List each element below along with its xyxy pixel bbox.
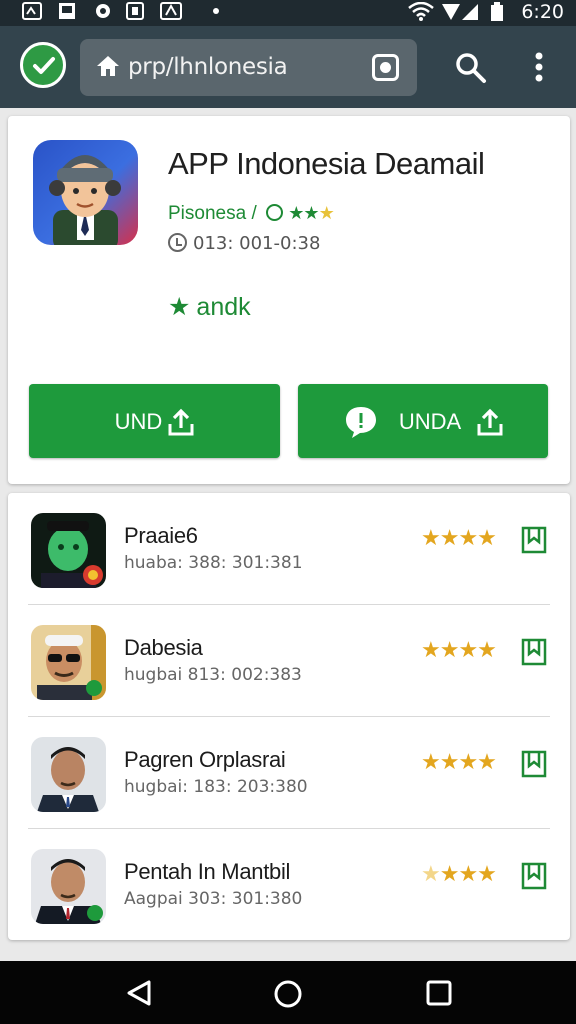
dot-icon xyxy=(212,2,220,26)
chat-icon xyxy=(345,407,376,439)
url-text[interactable]: prp/lhnlonesia xyxy=(128,54,288,80)
install-button-label: UND xyxy=(114,409,163,435)
list-item-stars-full: ★★★★ xyxy=(421,525,497,550)
clock-icon xyxy=(168,233,187,252)
info-row: 013: 001-0:38 xyxy=(168,233,320,255)
address-bar[interactable]: prp/lhnlonesia xyxy=(80,39,417,96)
recents-icon[interactable] xyxy=(425,979,453,1012)
share-button[interactable]: UNDA xyxy=(298,384,548,458)
list-item[interactable]: Praaie6 huaba: 388: 301:381 ★★★★ xyxy=(8,493,570,605)
app-icon[interactable] xyxy=(33,140,138,245)
list-item-thumbnail xyxy=(31,625,106,700)
list-item-title: Pagren Orplasrai xyxy=(124,747,286,772)
rating-stars-dim: ★ xyxy=(318,203,335,223)
bookmark-icon[interactable] xyxy=(521,750,547,783)
rating-stars-full: ★★ xyxy=(288,203,319,223)
badge-row: ★ andk xyxy=(168,292,251,322)
battery-icon xyxy=(490,2,504,28)
rating-stars: ★★★ xyxy=(288,203,335,223)
list-item-rating: ★★★★ xyxy=(421,637,497,663)
info-text: 013: 001-0:38 xyxy=(193,233,321,254)
bookmark-icon[interactable] xyxy=(521,862,547,895)
list-item-meta: hugbai: 183: 203:380 xyxy=(124,777,308,797)
signal-icon xyxy=(440,2,480,28)
rating-icon xyxy=(266,204,284,221)
list-item-thumbnail xyxy=(31,737,106,812)
developer-row: Pisonesa / ★★★ xyxy=(168,202,335,225)
bookmark-icon[interactable] xyxy=(521,526,547,559)
image-icon xyxy=(58,2,76,26)
browser-toolbar: prp/lhnlonesia xyxy=(0,26,576,108)
back-icon[interactable] xyxy=(125,979,153,1012)
share-button-label: UNDA xyxy=(398,409,462,435)
notification-icon xyxy=(22,2,42,26)
list-item-meta: hugbai 813: 002:383 xyxy=(124,665,302,685)
list-item-title: Dabesia xyxy=(124,635,203,660)
app-detail-card: APP Indonesia Deamail Pisonesa / ★★★ 013… xyxy=(8,116,570,484)
list-item[interactable]: Pentah In Mantbil Aagpai 303: 301:380 ★★… xyxy=(8,829,570,941)
badge-text: andk xyxy=(196,293,251,321)
overflow-menu-icon[interactable] xyxy=(534,52,544,89)
list-item-thumbnail xyxy=(31,849,106,924)
list-item-thumbnail xyxy=(31,513,106,588)
wifi-icon xyxy=(408,1,434,28)
upload-icon xyxy=(168,408,194,436)
list-item-rating: ★★★★ xyxy=(421,749,497,775)
shield-check-icon[interactable] xyxy=(20,42,66,88)
home-icon[interactable] xyxy=(96,54,120,83)
list-item-rating: ★★★★ xyxy=(421,525,497,551)
list-item-stars-full: ★★★ xyxy=(439,861,497,886)
list-item-rating: ★★★★ xyxy=(421,861,497,887)
search-icon[interactable] xyxy=(455,52,487,89)
app-title: APP Indonesia Deamail xyxy=(168,146,485,181)
install-button[interactable]: UND xyxy=(29,384,280,458)
list-item-meta: Aagpai 303: 301:380 xyxy=(124,889,303,909)
developer-name[interactable]: Pisonesa / xyxy=(168,203,257,224)
list-item-meta: huaba: 388: 301:381 xyxy=(124,553,303,573)
sim-icon xyxy=(160,2,182,26)
list-item-title: Praaie6 xyxy=(124,523,198,548)
list-item[interactable]: Pagren Orplasrai hugbai: 183: 203:380 ★★… xyxy=(8,717,570,829)
upload-icon xyxy=(477,408,503,436)
list-item[interactable]: Dabesia hugbai 813: 002:383 ★★★★ xyxy=(8,605,570,717)
status-time: 6:20 xyxy=(521,1,564,23)
list-item-stars-full: ★★★★ xyxy=(421,637,497,662)
home-circle-icon[interactable] xyxy=(273,979,303,1014)
camera-icon[interactable] xyxy=(372,54,399,81)
bookmark-icon[interactable] xyxy=(521,638,547,671)
status-bar: 6:20 xyxy=(0,0,576,26)
app-list-card: Praaie6 huaba: 388: 301:381 ★★★★ Dabesia… xyxy=(8,493,570,940)
list-item-stars-pale: ★ xyxy=(421,861,441,886)
record-icon xyxy=(94,2,112,26)
sim-icon xyxy=(126,2,144,26)
system-nav-bar xyxy=(0,961,576,1024)
list-item-title: Pentah In Mantbil xyxy=(124,859,291,884)
list-item-stars-full: ★★★★ xyxy=(421,749,497,774)
star-icon: ★ xyxy=(168,293,191,321)
